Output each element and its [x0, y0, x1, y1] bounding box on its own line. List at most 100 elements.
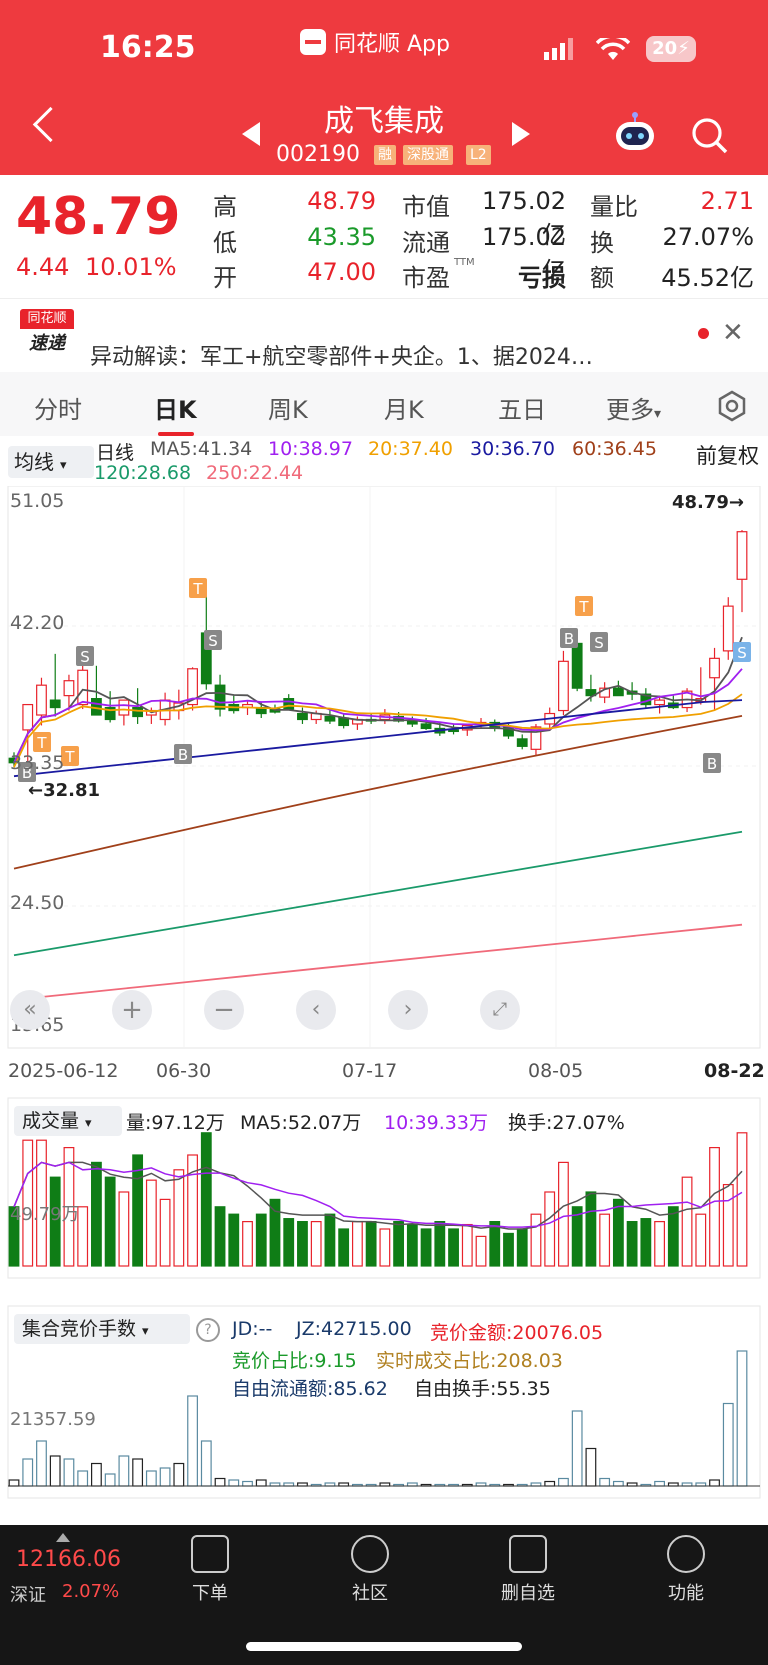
candle-body	[214, 684, 226, 710]
auction-jz: JZ:42715.00	[296, 1318, 412, 1340]
volume-bar	[379, 1228, 391, 1267]
kline-frame	[7, 486, 761, 1049]
fullscreen-icon[interactable]: ⤢	[480, 990, 520, 1030]
sell-marker-label: S	[80, 648, 90, 666]
robot-assistant-icon[interactable]	[612, 112, 658, 156]
scroll-right-icon[interactable]: ›	[388, 990, 428, 1030]
label-vol-ratio: 量比	[590, 193, 638, 221]
candle-body	[22, 703, 34, 731]
zoom-out-icon[interactable]: −	[204, 990, 244, 1030]
auction-bar	[612, 1480, 624, 1487]
volume-bar	[709, 1146, 720, 1267]
nav-remove-watchlist[interactable]: 删自选	[478, 1535, 578, 1605]
volume-ma5: MA5:52.07万	[240, 1112, 362, 1134]
volume-value: 量:97.12万	[126, 1112, 225, 1134]
nav-order[interactable]: 下单	[160, 1535, 260, 1605]
last-price-tag: 48.79→	[672, 492, 745, 513]
candle-body	[36, 684, 47, 716]
t-marker-label: T	[578, 598, 589, 616]
volume-ma10: 10:39.33万	[384, 1112, 488, 1134]
nav-community[interactable]: 社区	[320, 1535, 420, 1605]
volume-bar	[654, 1220, 665, 1267]
candle-body	[91, 698, 102, 716]
value-amount: 45.52亿	[661, 264, 754, 292]
close-news-icon[interactable]: ✕	[722, 318, 744, 348]
auction-indicator-select[interactable]: 集合竞价手数 ▾	[14, 1314, 190, 1344]
search-icon[interactable]	[690, 116, 730, 156]
volume-bar	[544, 1191, 556, 1267]
date-label-5: 08-22	[704, 1060, 765, 1082]
auction-bar	[77, 1470, 89, 1487]
volume-bar	[420, 1228, 432, 1267]
candle-body	[63, 680, 75, 697]
volume-bar	[626, 1220, 638, 1267]
candle-body	[722, 605, 734, 652]
tab-monthly[interactable]: 月K	[384, 390, 424, 425]
nav-functions[interactable]: 功能	[636, 1535, 736, 1605]
volume-bar	[448, 1228, 459, 1267]
zoom-in-icon[interactable]: +	[112, 990, 152, 1030]
date-label-2: 06-30	[156, 1060, 212, 1082]
volume-bar	[351, 1220, 363, 1267]
app-logo-icon	[300, 29, 326, 55]
date-label-3: 07-17	[342, 1060, 398, 1082]
label-high: 高	[213, 193, 237, 221]
candle-body	[709, 657, 720, 679]
auction-amount: 竞价金额:20076.05	[430, 1322, 604, 1344]
volume-bar	[695, 1213, 707, 1267]
sell-marker-label: S	[737, 644, 747, 662]
index-name: 深证	[10, 1585, 46, 1606]
tab-more[interactable]: 更多▾	[606, 390, 661, 425]
volume-bar	[722, 1183, 734, 1267]
label-turnover: 换	[590, 229, 614, 257]
sell-marker-label: S	[208, 632, 218, 650]
app-header: 16:25 同花顺 App 20⚡ 成飞集成 002190 融 深股通 L2	[0, 0, 768, 175]
indicator-select[interactable]: 均线 ▾	[8, 446, 94, 478]
tab-daily[interactable]: 日K	[154, 390, 197, 425]
stock-code: 002190	[276, 142, 360, 167]
label-pe: 市盈	[402, 264, 450, 292]
t-marker-label: T	[36, 734, 47, 752]
tab-weekly[interactable]: 周K	[268, 390, 308, 425]
auction-bar	[228, 1479, 240, 1487]
bottom-nav: 12166.06 深证 2.07% 下单 社区 删自选 功能	[0, 1525, 768, 1665]
value-vol-ratio: 2.71	[700, 187, 754, 215]
volume-bar	[118, 1191, 130, 1267]
volume-bar	[338, 1228, 350, 1267]
next-stock-icon[interactable]	[512, 122, 530, 146]
tab-intraday[interactable]: 分时	[34, 390, 82, 425]
value-pe: 亏损	[518, 264, 566, 292]
news-banner[interactable]: 同花顺 速递 异动解读：军工+航空零部件+央企。1、据2024…	[0, 298, 768, 369]
candle-body	[448, 729, 459, 733]
auction-bar	[118, 1455, 130, 1487]
scroll-left-icon[interactable]: ‹	[296, 990, 336, 1030]
auction-bar	[159, 1467, 171, 1487]
volume-bar	[681, 1176, 693, 1267]
volume-bar	[599, 1213, 611, 1267]
unread-dot	[698, 328, 709, 339]
settings-icon[interactable]	[716, 390, 748, 422]
help-icon[interactable]: ?	[196, 1318, 220, 1342]
value-open: 47.00	[307, 258, 376, 286]
ma5-label: MA5:41.34	[150, 438, 253, 460]
index-value[interactable]: 12166.06	[16, 1547, 121, 1572]
collapse-icon[interactable]: «	[10, 990, 50, 1030]
adjust-mode[interactable]: 前复权	[696, 440, 759, 470]
ma120-label: 120:28.68	[94, 462, 192, 484]
period-label: 日线	[96, 442, 135, 464]
value-low: 43.35	[307, 223, 376, 251]
volume-bar	[434, 1220, 446, 1267]
ma60-line	[13, 715, 743, 870]
candle-body	[571, 642, 583, 689]
label-amount: 额	[590, 264, 614, 292]
tab-five-day[interactable]: 五日	[498, 390, 546, 425]
signal-icon	[544, 38, 573, 60]
date-label-4: 08-05	[528, 1060, 584, 1082]
candle-body	[297, 712, 308, 721]
auction-free-turnover: 自由换手:55.35	[414, 1378, 551, 1400]
news-text[interactable]: 异动解读：军工+航空零部件+央企。1、据2024…	[90, 339, 593, 369]
news-logo: 同花顺 速递	[20, 309, 74, 357]
volume-indicator-select[interactable]: 成交量 ▾	[14, 1106, 122, 1136]
quote-panel: 48.79 4.44 10.01% 高 低 开 48.79 43.35 47.0…	[0, 175, 768, 295]
volume-bar	[475, 1235, 487, 1267]
